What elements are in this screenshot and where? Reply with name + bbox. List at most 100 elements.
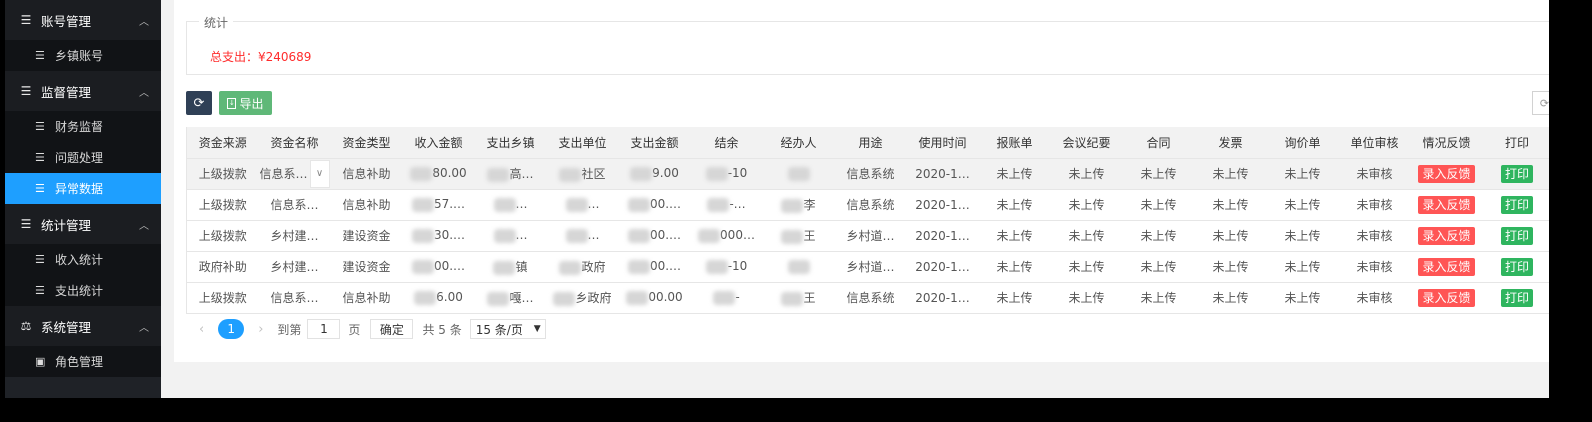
column-header: 支出乡镇 <box>474 127 547 159</box>
print-button[interactable]: 打印 <box>1500 226 1533 245</box>
table-cell: 未上传 <box>1050 251 1123 283</box>
table-cell: 李 <box>762 189 835 221</box>
redacted-blur <box>787 166 810 181</box>
cell-text: 信息系统 <box>846 167 895 181</box>
table-cell: 未上传 <box>978 251 1051 283</box>
chevron-up-icon: ︿ <box>139 87 149 99</box>
table-cell: 信息补助 <box>330 158 403 190</box>
redacted-blur <box>627 197 650 212</box>
chevron-down-icon[interactable]: ∨ <box>309 159 330 188</box>
table-row[interactable]: 上级拨款 信息系… 信息补助 6.00 嘎… 乡政府 00.00 - 王 信息系统 2020-1… 未… <box>186 282 1552 314</box>
sidebar-item-label: 乡镇账号 <box>55 49 104 63</box>
cell-text: 李 <box>803 198 816 212</box>
redacted-blur <box>781 229 804 244</box>
feedback-button[interactable]: 录入反馈 <box>1418 226 1475 245</box>
sidebar-item[interactable]: ☰ 支出统计 <box>5 275 161 306</box>
next-page-icon[interactable]: › <box>258 322 263 337</box>
column-header: 报账单 <box>978 127 1051 159</box>
sidebar-item[interactable]: ☰ 财务监督 <box>5 111 161 142</box>
list-icon: ☰ <box>35 284 45 297</box>
table-cell: -… <box>690 189 763 221</box>
list-icon: ☰ <box>35 120 45 133</box>
sidebar-item[interactable]: ▣ 角色管理 <box>5 346 161 377</box>
feedback-button[interactable]: 录入反馈 <box>1418 257 1475 276</box>
data-table: 资金来源 资金名称 资金类型 收入金额 支出乡镇 支出单位 支出金额 结余 经办人 用途 使用时间报… <box>186 127 1552 314</box>
print-button[interactable]: 打印 <box>1500 195 1533 214</box>
table-cell: … <box>474 189 547 221</box>
table-row[interactable]: 上级拨款 信息系… 信息补助 57.… … … 00.… -… 李 信息系统 2020-1… 未上传 未… <box>186 189 1552 221</box>
table-cell: 未上传 <box>1050 189 1123 221</box>
table-cell: … <box>546 189 619 221</box>
cell-text: 未审核 <box>1356 229 1393 243</box>
menu-group[interactable]: ☰ 统计管理 ︿ <box>5 204 161 244</box>
table-row[interactable]: 上级拨款 信息系… ∨ 信息补助 80.00 高… 社区 9.00 -10 信息系统 2020-1…… <box>186 158 1552 190</box>
print-button[interactable]: 打印 <box>1500 257 1533 276</box>
table-cell <box>762 251 835 283</box>
page-size-select[interactable]: 15 条/页 ▼ <box>469 319 546 339</box>
table-cell: 政府补助 <box>186 251 259 283</box>
table-cell: 打印 <box>1482 158 1552 190</box>
table-cell: 000… <box>690 220 763 252</box>
goto-label: 到第 <box>277 322 302 337</box>
cell-text: 2020-1… <box>915 228 970 243</box>
cell-text: 信息系统 <box>846 291 895 305</box>
cell-text: 2020-1… <box>915 166 970 181</box>
cell-text: 未上传 <box>996 260 1033 274</box>
refresh-button[interactable]: ⟳ <box>186 91 212 115</box>
sidebar-item[interactable]: ☰ 乡镇账号 <box>5 40 161 71</box>
chevron-up-icon: ︿ <box>139 16 149 28</box>
table-cell: 乡村建… <box>258 251 331 283</box>
menu-group[interactable]: ☰ 监督管理 ︿ <box>5 71 161 111</box>
cell-text: 未上传 <box>996 291 1033 305</box>
cell-text: 未上传 <box>996 167 1033 181</box>
feedback-button[interactable]: 录入反馈 <box>1418 195 1475 214</box>
print-button[interactable]: 打印 <box>1500 164 1533 183</box>
redacted-blur <box>493 228 516 243</box>
column-header: 支出单位 <box>546 127 619 159</box>
export-button[interactable]: ↓ 导出 <box>219 91 272 115</box>
list-icon: ☰ <box>20 217 32 231</box>
total-count: 共 5 条 <box>422 322 462 337</box>
sidebar-item[interactable]: ☰ 异常数据 <box>5 173 161 204</box>
table-cell: … <box>546 220 619 252</box>
cell-text: 乡村建… <box>270 229 319 243</box>
cell-text: 30.… <box>433 228 466 243</box>
redacted-blur <box>559 167 582 182</box>
cell-text: 2020-1… <box>915 290 970 305</box>
cell-text: 信息补助 <box>342 198 391 212</box>
cell-text: 未上传 <box>1284 291 1321 305</box>
screen-edge-bottom <box>0 398 1592 422</box>
redacted-blur <box>493 260 516 275</box>
cell-text: 未上传 <box>1068 198 1105 212</box>
feedback-button[interactable]: 录入反馈 <box>1418 288 1475 307</box>
menu-group[interactable]: ☰ 账号管理 ︿ <box>5 0 161 40</box>
redacted-blur <box>414 290 437 305</box>
cell-text: 未上传 <box>996 229 1033 243</box>
sidebar-item-label: 角色管理 <box>55 355 104 369</box>
goto-confirm-button[interactable]: 确定 <box>370 319 414 339</box>
table-row[interactable]: 上级拨款 乡村建… 建设资金 30.… … … 00.… 000… 王 乡村道… 2020-1… 未上… <box>186 220 1552 252</box>
redacted-blur <box>630 166 653 181</box>
table-cell: 镇 <box>474 251 547 283</box>
list-icon: ☰ <box>35 151 45 164</box>
sidebar-item[interactable]: ☰ 收入统计 <box>5 244 161 275</box>
prev-page-icon[interactable]: ‹ <box>199 322 204 337</box>
cell-text: 2020-1… <box>915 259 970 274</box>
balance-scale-icon: ⚖ <box>20 319 32 333</box>
print-button[interactable]: 打印 <box>1500 288 1533 307</box>
current-page[interactable]: 1 <box>218 319 245 339</box>
cell-text: 未上传 <box>1212 167 1249 181</box>
table-row[interactable]: 政府补助 乡村建… 建设资金 00.… 镇 政府 00.… -10 乡村道… 2020-1… 未上传… <box>186 251 1552 283</box>
goto-page-input[interactable]: 1 <box>307 319 341 339</box>
table-cell: 信息系… <box>258 189 331 221</box>
redacted-blur <box>627 228 650 243</box>
sidebar-item[interactable]: ☰ 问题处理 <box>5 142 161 173</box>
redacted-blur <box>627 259 650 274</box>
feedback-button[interactable]: 录入反馈 <box>1418 164 1475 183</box>
table-cell: 未上传 <box>1194 251 1267 283</box>
table-cell: 录入反馈 <box>1410 282 1483 314</box>
menu-group[interactable]: ⚖ 系统管理 ︿ <box>5 306 161 346</box>
column-header: 使用时间 <box>906 127 979 159</box>
table-cell: 未上传 <box>1050 220 1123 252</box>
sidebar-item-label: 财务监督 <box>55 120 104 134</box>
